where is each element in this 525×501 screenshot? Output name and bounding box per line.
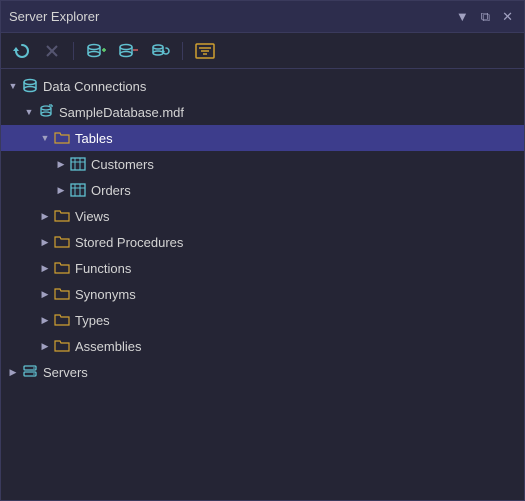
server-explorer-panel: Server Explorer ▼ ⧉ ✕	[0, 0, 525, 501]
refresh-btn[interactable]	[9, 40, 35, 62]
refresh-db-btn[interactable]	[146, 40, 174, 62]
arrow-views	[37, 208, 53, 224]
folder-tables-icon	[53, 129, 71, 147]
tree-item-customers[interactable]: Customers	[1, 151, 524, 177]
filter-btn[interactable]	[191, 40, 219, 62]
tree-item-sample-db[interactable]: SampleDatabase.mdf	[1, 99, 524, 125]
tree-item-data-connections[interactable]: Data Connections	[1, 73, 524, 99]
arrow-orders	[53, 182, 69, 198]
arrow-tables	[37, 130, 53, 146]
arrow-customers	[53, 156, 69, 172]
panel-title: Server Explorer	[9, 9, 99, 24]
views-label: Views	[75, 209, 109, 224]
stored-procedures-label: Stored Procedures	[75, 235, 183, 250]
tables-label: Tables	[75, 131, 113, 146]
tree-item-views[interactable]: Views	[1, 203, 524, 229]
title-bar-controls: ▼ ⧉ ✕	[453, 8, 516, 26]
folder-assemblies-icon	[53, 337, 71, 355]
db-connection-icon	[21, 77, 39, 95]
arrow-assemblies	[37, 338, 53, 354]
folder-functions-icon	[53, 259, 71, 277]
folder-views-icon	[53, 207, 71, 225]
stop-btn[interactable]	[39, 40, 65, 62]
table-customers-icon	[69, 155, 87, 173]
dropdown-btn[interactable]: ▼	[453, 8, 472, 25]
folder-stored-proc-icon	[53, 233, 71, 251]
toolbar-sep-1	[73, 42, 74, 60]
arrow-stored-procedures	[37, 234, 53, 250]
disconnect-db-btn[interactable]	[114, 40, 142, 62]
connect-db-btn[interactable]	[82, 40, 110, 62]
arrow-data-connections	[5, 78, 21, 94]
table-orders-icon	[69, 181, 87, 199]
tree-item-servers[interactable]: Servers	[1, 359, 524, 385]
title-bar: Server Explorer ▼ ⧉ ✕	[1, 1, 524, 33]
arrow-sample-db	[21, 104, 37, 120]
title-bar-left: Server Explorer	[9, 9, 99, 24]
synonyms-label: Synonyms	[75, 287, 136, 302]
server-icon	[21, 363, 39, 381]
tree-view: Data Connections SampleDatabase.mdf	[1, 69, 524, 500]
data-connections-label: Data Connections	[43, 79, 146, 94]
close-btn[interactable]: ✕	[499, 8, 516, 26]
tree-item-functions[interactable]: Functions	[1, 255, 524, 281]
tree-item-stored-procedures[interactable]: Stored Procedures	[1, 229, 524, 255]
orders-label: Orders	[91, 183, 131, 198]
folder-synonyms-icon	[53, 285, 71, 303]
tree-item-synonyms[interactable]: Synonyms	[1, 281, 524, 307]
tree-item-orders[interactable]: Orders	[1, 177, 524, 203]
tree-item-types[interactable]: Types	[1, 307, 524, 333]
servers-label: Servers	[43, 365, 88, 380]
tree-item-assemblies[interactable]: Assemblies	[1, 333, 524, 359]
arrow-functions	[37, 260, 53, 276]
db-icon	[37, 103, 55, 121]
types-label: Types	[75, 313, 110, 328]
tree-item-tables[interactable]: Tables	[1, 125, 524, 151]
functions-label: Functions	[75, 261, 131, 276]
folder-types-icon	[53, 311, 71, 329]
toolbar	[1, 33, 524, 69]
arrow-types	[37, 312, 53, 328]
sample-db-label: SampleDatabase.mdf	[59, 105, 184, 120]
float-btn[interactable]: ⧉	[478, 8, 493, 26]
customers-label: Customers	[91, 157, 154, 172]
arrow-servers	[5, 364, 21, 380]
arrow-synonyms	[37, 286, 53, 302]
toolbar-sep-2	[182, 42, 183, 60]
assemblies-label: Assemblies	[75, 339, 141, 354]
